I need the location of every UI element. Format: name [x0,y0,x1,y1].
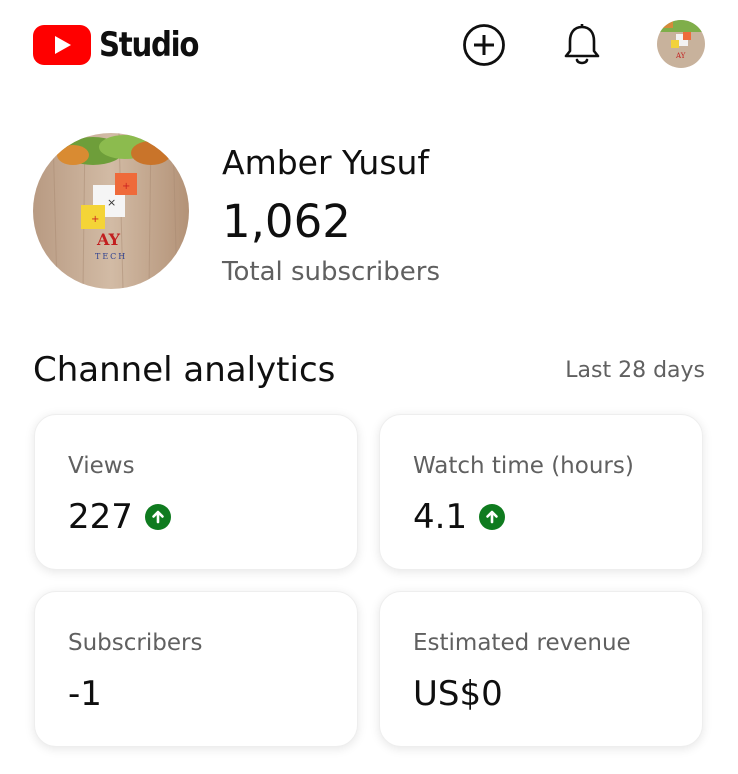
svg-text:AY: AY [675,52,686,60]
card-value: US$0 [413,674,503,714]
analytics-period[interactable]: Last 28 days [565,358,705,383]
channel-logo-image: × + + AY TECH [33,133,189,289]
studio-logo[interactable]: Studio [33,25,214,65]
card-label: Watch time (hours) [413,453,634,479]
youtube-logo-icon [33,25,91,65]
bell-icon [564,24,600,65]
channel-name: Amber Yusuf [222,143,430,182]
card-value: -1 [68,674,102,714]
notifications-button[interactable] [559,22,605,68]
card-label: Estimated revenue [413,630,631,656]
svg-text:AY: AY [96,230,121,249]
account-avatar[interactable]: AY [657,20,705,68]
subscribers-card[interactable]: Subscribers -1 [34,591,358,747]
create-plus-icon [463,24,505,66]
subscriber-count: 1,062 [222,195,351,248]
svg-text:+: + [91,214,99,225]
avatar: AY [657,20,705,68]
card-label: Subscribers [68,630,203,656]
revenue-card[interactable]: Estimated revenue US$0 [379,591,703,747]
channel-avatar[interactable]: × + + AY TECH [33,133,189,289]
channel-summary: × + + AY TECH Amber Yusuf 1,062 Total su… [33,133,713,293]
trend-up-icon [479,504,506,530]
top-app-bar: Studio AY [0,0,738,92]
svg-text:TECH: TECH [95,252,127,261]
card-value: 227 [68,497,133,537]
app-name: Studio [99,25,199,65]
views-card[interactable]: Views 227 [34,414,358,570]
watch-time-card[interactable]: Watch time (hours) 4.1 [379,414,703,570]
svg-text:+: + [122,181,130,192]
svg-text:×: × [107,196,116,209]
card-value: 4.1 [413,497,468,537]
analytics-title: Channel analytics [33,350,336,390]
create-button[interactable] [461,22,507,68]
card-label: Views [68,453,135,479]
subscriber-label: Total subscribers [222,257,441,287]
trend-up-icon [144,504,171,530]
